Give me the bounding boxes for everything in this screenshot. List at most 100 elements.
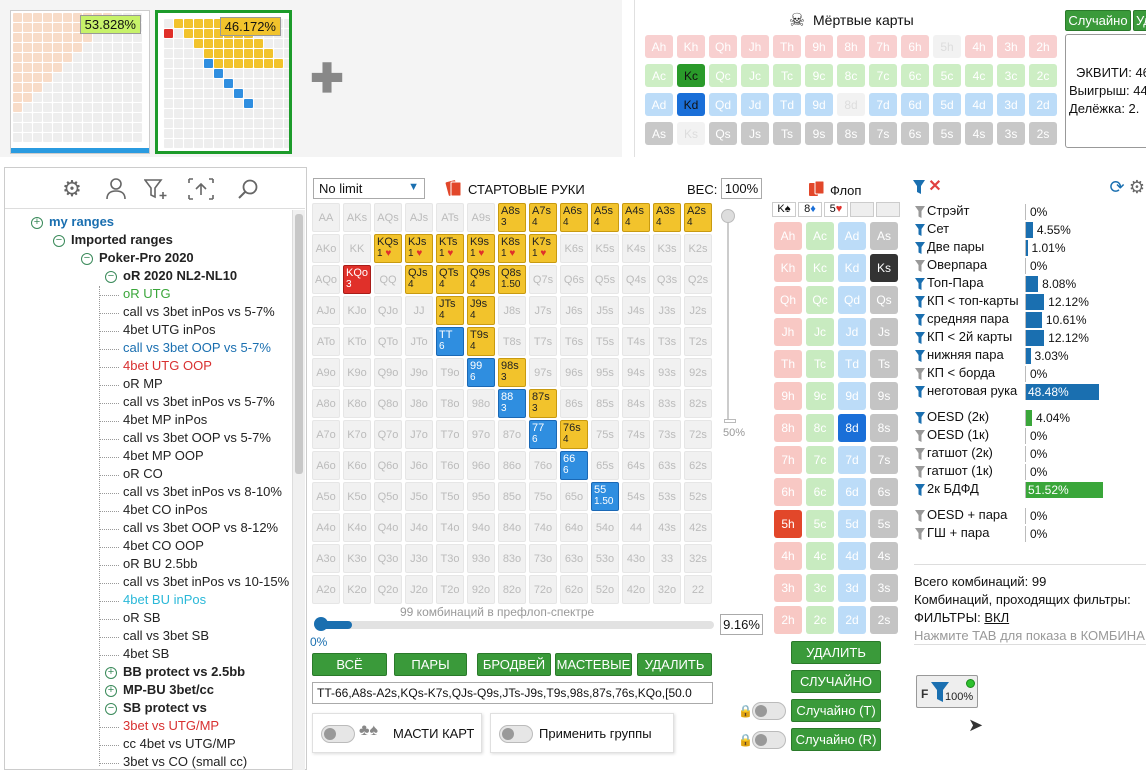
flop-card[interactable]: Js (870, 318, 898, 346)
hand-cell[interactable]: K2s (684, 234, 712, 263)
hand-cell[interactable]: J9o (405, 358, 433, 387)
hand-cell[interactable]: AA (312, 203, 340, 232)
flop-card[interactable]: 9h (774, 382, 802, 410)
hand-cell[interactable]: K9s 1 ♥ (467, 234, 495, 263)
dead-card[interactable]: 6s (901, 122, 929, 145)
range-thumb-2[interactable]: 46.172% (155, 10, 292, 154)
flop-slot[interactable]: 8♦ (798, 202, 822, 217)
hand-cell[interactable]: 76s 4 (560, 420, 588, 449)
hand-cell[interactable]: 43o (622, 544, 650, 573)
flop-card[interactable]: 8h (774, 414, 802, 442)
hand-cell[interactable]: 84s (622, 389, 650, 418)
filter-icon[interactable] (915, 368, 925, 380)
dead-card[interactable]: Qh (709, 35, 737, 58)
tree-item[interactable]: oR UTG (123, 286, 171, 301)
collapse-icon[interactable]: − (105, 271, 117, 283)
random-r-toggle[interactable] (752, 731, 786, 749)
hand-cell[interactable]: ATs (436, 203, 464, 232)
flop-card[interactable]: 7s (870, 446, 898, 474)
hand-cell[interactable]: K9o (343, 358, 371, 387)
search-icon[interactable] (235, 176, 261, 202)
hand-cell[interactable]: J8s (498, 296, 526, 325)
hand-cell[interactable]: 85s (591, 389, 619, 418)
dead-card[interactable]: 3s (997, 122, 1025, 145)
hand-cell[interactable]: 95o (467, 482, 495, 511)
hand-cell[interactable]: J2s (684, 296, 712, 325)
tree-item[interactable]: 4bet SB (123, 646, 169, 661)
filter-icon[interactable] (915, 242, 925, 254)
tree-item[interactable]: call vs 3bet SB (123, 628, 209, 643)
flop-card[interactable]: 2c (806, 606, 834, 634)
hand-cell[interactable]: 55 1.50 (591, 482, 619, 511)
flop-card[interactable]: Ts (870, 350, 898, 378)
tree-item[interactable]: 4bet CO OOP (123, 538, 204, 553)
hand-cell[interactable]: 86o (498, 451, 526, 480)
hand-cell[interactable]: 63s (653, 451, 681, 480)
dead-card[interactable]: 7c (869, 64, 897, 87)
hand-cell[interactable]: A6s 4 (560, 203, 588, 232)
filter-icon[interactable] (915, 386, 925, 398)
hand-cell[interactable]: K8s 1 ♥ (498, 234, 526, 263)
hand-cell[interactable]: 93s (653, 358, 681, 387)
suited-button[interactable]: МАСТЕВЫЕ (555, 653, 632, 676)
dead-card[interactable]: Qd (709, 93, 737, 116)
range-progress-knob[interactable] (314, 617, 328, 631)
flop-card[interactable]: 8c (806, 414, 834, 442)
flop-card[interactable]: Tc (806, 350, 834, 378)
tree-item[interactable]: 3bet vs CO (small cc) (123, 754, 247, 769)
hand-cell[interactable]: KTs 1 ♥ (436, 234, 464, 263)
dead-card[interactable]: Qc (709, 64, 737, 87)
dead-card[interactable]: 5c (933, 64, 961, 87)
flop-card[interactable]: Qd (838, 286, 866, 314)
hand-cell[interactable]: K4s (622, 234, 650, 263)
hand-cell[interactable]: K6o (343, 451, 371, 480)
groups-toggle[interactable] (499, 725, 533, 743)
dead-card[interactable]: 5h (933, 35, 961, 58)
filter-icon[interactable] (915, 296, 925, 308)
dead-card[interactable]: 2c (1029, 64, 1057, 87)
filter-icon[interactable] (915, 412, 925, 424)
hand-cell[interactable]: 97o (467, 420, 495, 449)
hand-cell[interactable]: AJo (312, 296, 340, 325)
dead-card[interactable]: 2s (1029, 122, 1057, 145)
export-icon[interactable] (187, 176, 215, 202)
flop-card[interactable]: 2s (870, 606, 898, 634)
hand-cell[interactable]: Q5s (591, 265, 619, 294)
hand-cell[interactable]: AJs (405, 203, 433, 232)
hand-cell[interactable]: 94s (622, 358, 650, 387)
dead-card[interactable]: 7h (869, 35, 897, 58)
flop-card[interactable]: Ac (806, 222, 834, 250)
hand-cell[interactable]: A3o (312, 544, 340, 573)
hand-cell[interactable]: JTs 4 (436, 296, 464, 325)
hand-cell[interactable]: 63o (560, 544, 588, 573)
hand-cell[interactable]: T8o (436, 389, 464, 418)
flop-card[interactable]: As (870, 222, 898, 250)
hand-cell[interactable]: QTo (374, 327, 402, 356)
hand-cell[interactable]: K2o (343, 575, 371, 604)
flop-slot[interactable]: K♠ (772, 202, 796, 217)
hand-cell[interactable]: A2s 4 (684, 203, 712, 232)
hand-cell[interactable]: 75s (591, 420, 619, 449)
dead-card[interactable]: Kh (677, 35, 705, 58)
hand-cell[interactable]: QQ (374, 265, 402, 294)
hand-cell[interactable]: A7s 4 (529, 203, 557, 232)
hand-cell[interactable]: Q8s 1.50 (498, 265, 526, 294)
hand-cell[interactable]: Q4s (622, 265, 650, 294)
hand-cell[interactable]: QJo (374, 296, 402, 325)
hand-cell[interactable]: 52s (684, 482, 712, 511)
hand-cell[interactable]: 75o (529, 482, 557, 511)
hand-cell[interactable]: Q7s (529, 265, 557, 294)
tree-item[interactable]: call vs 3bet OOP vs 5-7% (123, 430, 271, 445)
hand-cell[interactable]: AKo (312, 234, 340, 263)
hand-cell[interactable]: K5o (343, 482, 371, 511)
hand-cell[interactable]: J5s (591, 296, 619, 325)
tree-item[interactable]: 4bet UTG inPos (123, 322, 216, 337)
filter-plus-icon[interactable] (143, 176, 169, 202)
dead-card[interactable]: Ad (645, 93, 673, 116)
hand-cell[interactable]: 85o (498, 482, 526, 511)
tree-item[interactable]: oR MP (123, 376, 163, 391)
dead-card[interactable]: Ts (773, 122, 801, 145)
dead-card[interactable]: 4h (965, 35, 993, 58)
flop-slot[interactable]: 5♥ (824, 202, 848, 217)
hand-cell[interactable]: Q6s (560, 265, 588, 294)
